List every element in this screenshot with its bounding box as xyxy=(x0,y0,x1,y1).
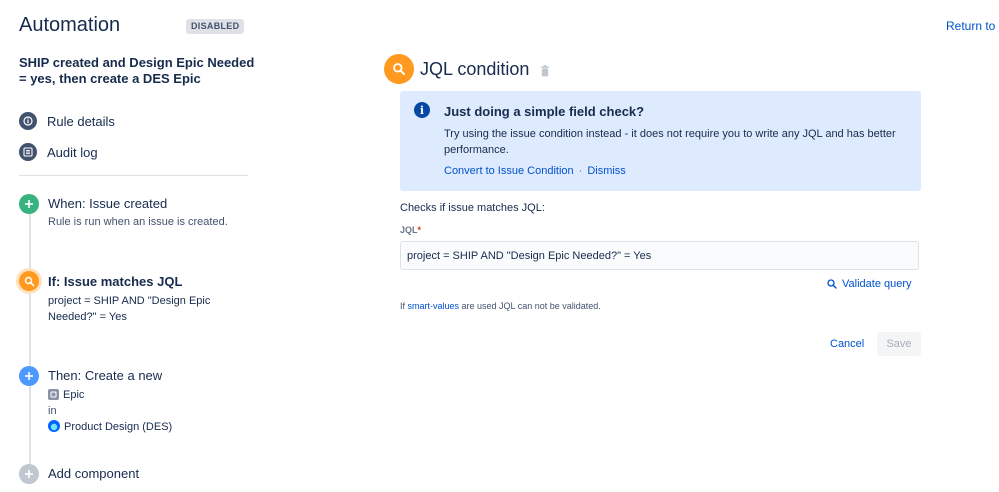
search-icon xyxy=(393,63,405,75)
save-button[interactable]: Save xyxy=(877,332,921,356)
checks-label: Checks if issue matches JQL: xyxy=(400,202,545,214)
jql-input[interactable] xyxy=(400,241,919,270)
note-suffix: are used JQL can not be validated. xyxy=(459,301,601,311)
validate-query-button[interactable]: Validate query xyxy=(827,278,912,290)
search-icon xyxy=(24,276,34,286)
plus-icon xyxy=(25,372,33,380)
issue-type-label: Epic xyxy=(63,389,85,401)
action-project: Product Design (DES) xyxy=(48,419,172,437)
trigger-subtitle: Rule is run when an issue is created. xyxy=(48,216,228,228)
search-icon xyxy=(827,279,837,289)
jql-condition-icon xyxy=(384,54,414,84)
sidebar-item-rule-details[interactable]: Rule details xyxy=(19,110,115,132)
sidebar-item-audit-log[interactable]: Audit log xyxy=(19,141,98,163)
separator: · xyxy=(578,165,583,177)
jql-field-label: JQL* xyxy=(400,225,421,235)
convert-to-issue-condition-link[interactable]: Convert to Issue Condition xyxy=(444,165,574,177)
return-to-list-link[interactable]: Return to li xyxy=(946,19,999,33)
plus-icon xyxy=(25,200,33,208)
list-icon xyxy=(19,143,37,161)
panel-title: JQL condition xyxy=(420,59,530,79)
smart-values-link[interactable]: smart-values xyxy=(408,301,460,311)
timeline-line xyxy=(29,208,31,470)
jql-label-text: JQL xyxy=(400,225,418,235)
info-circle-icon xyxy=(19,112,37,130)
rule-title: SHIP created and Design Epic Needed = ye… xyxy=(19,55,255,86)
action-node[interactable] xyxy=(19,366,39,386)
action-in-label: in xyxy=(48,405,57,417)
add-component-button[interactable]: Add component xyxy=(48,466,139,481)
dismiss-link[interactable]: Dismiss xyxy=(587,165,626,177)
validate-query-label: Validate query xyxy=(842,278,912,290)
trigger-title[interactable]: When: Issue created xyxy=(48,196,167,211)
page-title: Automation xyxy=(19,14,121,36)
condition-detail: project = SHIP AND "Design Epic Needed?"… xyxy=(48,295,211,323)
info-actions: Convert to Issue Condition · Dismiss xyxy=(444,165,626,177)
trash-icon[interactable] xyxy=(540,64,550,82)
sidebar-divider xyxy=(19,175,248,176)
project-label: Product Design (DES) xyxy=(64,421,173,433)
info-title: Just doing a simple field check? xyxy=(444,104,645,119)
required-marker: * xyxy=(417,225,422,235)
condition-title[interactable]: If: Issue matches JQL xyxy=(48,274,182,289)
info-icon: i xyxy=(414,102,430,118)
action-title[interactable]: Then: Create a new xyxy=(48,368,162,383)
project-avatar-icon xyxy=(48,420,60,437)
note-prefix: If xyxy=(400,301,408,311)
add-component-node[interactable] xyxy=(19,464,39,484)
cancel-button[interactable]: Cancel xyxy=(822,332,872,356)
status-badge: DISABLED xyxy=(186,19,245,34)
plus-icon xyxy=(25,470,33,478)
sidebar-item-label: Audit log xyxy=(47,144,98,160)
sidebar-item-label: Rule details xyxy=(47,113,115,129)
info-body: Try using the issue condition instead - … xyxy=(444,128,896,156)
smart-values-note: If smart-values are used JQL can not be … xyxy=(400,301,601,311)
trigger-node[interactable] xyxy=(19,194,39,214)
condition-node[interactable] xyxy=(19,271,39,291)
